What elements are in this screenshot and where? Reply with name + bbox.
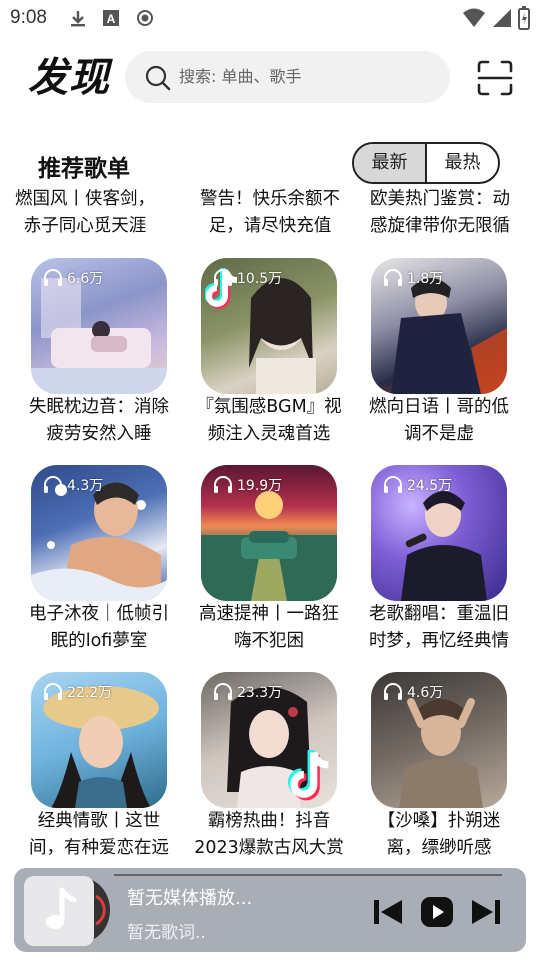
headphones-icon xyxy=(44,269,62,286)
search-input[interactable]: 搜索: 单曲、歌手 xyxy=(125,51,450,103)
section-title: 推荐歌单 xyxy=(38,156,130,182)
playlist-cover: 10.5万 xyxy=(201,258,337,394)
mini-player[interactable]: 暂无媒体播放... 暂无歌词.. xyxy=(14,868,526,952)
svg-text:A: A xyxy=(107,12,116,26)
playlist-cover: 4.3万 xyxy=(31,465,167,601)
sort-toggle: 最新 最热 xyxy=(352,142,500,184)
clipped-playlist-row: 燃国风丨侠客剑， 赤子同心觅天涯 警告！快乐余额不 足，请尽快充值 欧美热门鉴赏：动… xyxy=(0,186,540,240)
headphones-icon xyxy=(214,683,232,700)
playlist-title: 老歌翻唱：重温旧 时梦，再忆经典情 xyxy=(369,604,509,651)
headphones-icon xyxy=(384,683,402,700)
play-count: 4.6万 xyxy=(383,682,443,702)
playlist-cover: 19.9万 xyxy=(201,465,337,601)
playlist-title: 燃向日语丨哥的低 调不是虚 xyxy=(369,397,509,444)
next-icon[interactable] xyxy=(470,898,502,926)
previous-icon[interactable] xyxy=(372,898,404,926)
wifi-icon xyxy=(463,8,485,27)
headphones-icon xyxy=(214,476,232,493)
headphones-icon xyxy=(214,269,232,286)
playlist-title[interactable]: 警告！快乐余额不 足，请尽快充值 xyxy=(185,186,355,240)
playlist-cover: 1.8万 xyxy=(371,258,507,394)
player-cover[interactable] xyxy=(24,876,94,946)
play-count: 23.3万 xyxy=(213,682,282,702)
page-title: 发现 xyxy=(28,55,110,101)
playlist-cover: 24.5万 xyxy=(371,465,507,601)
tab-newest[interactable]: 最新 xyxy=(354,144,427,182)
search-icon xyxy=(145,65,171,91)
font-app-icon: A xyxy=(103,10,119,26)
status-bar: 9:08 A xyxy=(0,0,540,36)
playlist-cover: 22.2万 xyxy=(31,672,167,808)
battery-icon xyxy=(518,6,530,30)
headphones-icon xyxy=(384,269,402,286)
headphones-icon xyxy=(44,476,62,493)
play-count: 24.5万 xyxy=(383,475,452,495)
progress-line xyxy=(114,874,502,876)
playlist-title: 霸榜热曲！抖音 2023爆款古风大赏 xyxy=(194,811,344,858)
status-time: 9:08 xyxy=(10,7,47,28)
play-count: 19.9万 xyxy=(213,475,282,495)
playlist-title[interactable]: 欧美热门鉴赏：动 感旋律带你无限循 xyxy=(355,186,525,240)
music-note-icon xyxy=(46,887,77,929)
play-count: 10.5万 xyxy=(213,268,282,288)
headphones-icon xyxy=(384,476,402,493)
player-track-title: 暂无媒体播放... xyxy=(127,888,253,909)
scan-icon[interactable] xyxy=(476,59,514,97)
tab-hottest[interactable]: 最热 xyxy=(427,144,498,182)
play-count: 4.3万 xyxy=(43,475,103,495)
playlist-cover: 6.6万 xyxy=(31,258,167,394)
headphones-icon xyxy=(44,683,62,700)
playlist-title: 电子沐夜｜低帧引 眠的lofi夢室 xyxy=(29,604,169,651)
playlist-cover: 4.6万 xyxy=(371,672,507,808)
search-placeholder: 搜索: 单曲、歌手 xyxy=(179,67,302,86)
header: 发现 搜索: 单曲、歌手 xyxy=(0,50,540,106)
playlist-title: 经典情歌丨这世 间，有种爱恋在远 xyxy=(29,811,169,858)
play-icon[interactable] xyxy=(420,896,454,928)
playlist-title: 高速提神丨一路狂 嗨不犯困 xyxy=(199,604,339,651)
tiktok-icon xyxy=(287,750,329,801)
playlist-title: 『氛围感BGM』视 频注入灵魂首选 xyxy=(196,397,342,444)
download-icon xyxy=(71,11,85,27)
signal-icon xyxy=(493,9,511,27)
record-icon xyxy=(137,10,153,26)
playlist-title: 失眠枕边音：消除 疲劳安然入睡 xyxy=(29,397,169,444)
play-count: 22.2万 xyxy=(43,682,112,702)
player-lyric: 暂无歌词.. xyxy=(127,923,206,943)
playlist-title[interactable]: 燃国风丨侠客剑， 赤子同心觅天涯 xyxy=(0,186,170,240)
play-count: 6.6万 xyxy=(43,268,103,288)
playlist-title: 【沙嗓】扑朔迷 离，缥缈听感 xyxy=(377,811,501,858)
playlist-cover: 23.3万 xyxy=(201,672,337,808)
play-count: 1.8万 xyxy=(383,268,443,288)
